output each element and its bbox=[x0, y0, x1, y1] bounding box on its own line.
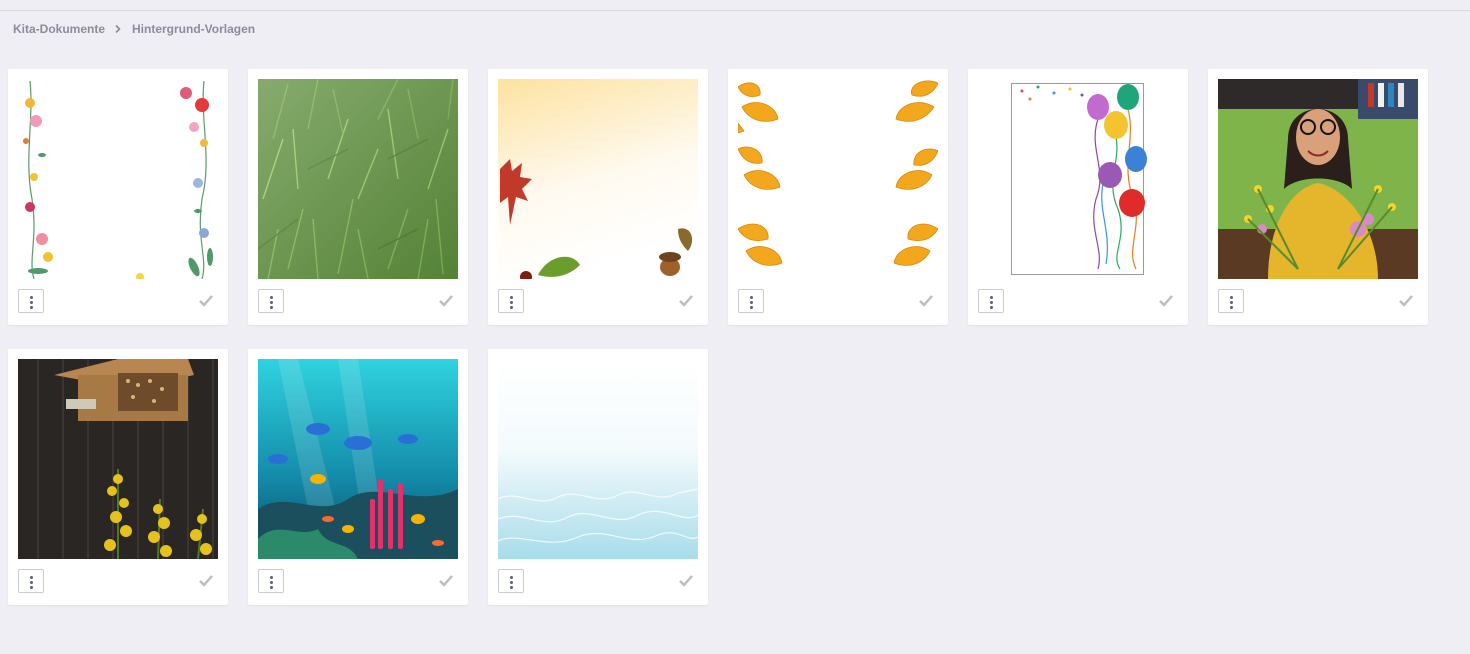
template-card[interactable] bbox=[968, 69, 1188, 325]
insect-hotel-image bbox=[18, 359, 218, 559]
template-card[interactable] bbox=[488, 349, 708, 605]
water-fade-image bbox=[498, 359, 698, 559]
template-card[interactable] bbox=[8, 69, 228, 325]
check-icon[interactable] bbox=[918, 294, 934, 308]
template-thumbnail[interactable] bbox=[18, 359, 218, 559]
header-divider bbox=[0, 10, 1470, 11]
more-vertical-icon[interactable] bbox=[498, 289, 524, 313]
breadcrumb: Kita-Dokumente Hintergrund-Vorlagen bbox=[13, 22, 255, 36]
more-vertical-icon[interactable] bbox=[18, 289, 44, 313]
template-card[interactable] bbox=[248, 69, 468, 325]
grass-image bbox=[258, 79, 458, 279]
check-icon[interactable] bbox=[1398, 294, 1414, 308]
chevron-right-icon bbox=[115, 24, 121, 34]
template-thumbnail[interactable] bbox=[498, 359, 698, 559]
template-thumbnail[interactable] bbox=[258, 359, 458, 559]
breadcrumb-root[interactable]: Kita-Dokumente bbox=[13, 22, 105, 36]
check-icon[interactable] bbox=[678, 574, 694, 588]
orange-leaves-image bbox=[738, 79, 938, 279]
check-icon[interactable] bbox=[198, 294, 214, 308]
more-vertical-icon[interactable] bbox=[18, 569, 44, 593]
more-vertical-icon[interactable] bbox=[978, 289, 1004, 313]
more-vertical-icon[interactable] bbox=[258, 289, 284, 313]
check-icon[interactable] bbox=[438, 294, 454, 308]
template-thumbnail[interactable] bbox=[258, 79, 458, 279]
more-vertical-icon[interactable] bbox=[258, 569, 284, 593]
autumn-leaves-image bbox=[498, 79, 698, 279]
breadcrumb-current: Hintergrund-Vorlagen bbox=[132, 22, 256, 36]
more-vertical-icon[interactable] bbox=[738, 289, 764, 313]
template-card[interactable] bbox=[8, 349, 228, 605]
template-thumbnail[interactable] bbox=[978, 79, 1178, 279]
more-vertical-icon[interactable] bbox=[498, 569, 524, 593]
more-vertical-icon[interactable] bbox=[1218, 289, 1244, 313]
check-icon[interactable] bbox=[678, 294, 694, 308]
template-thumbnail[interactable] bbox=[738, 79, 938, 279]
check-icon[interactable] bbox=[198, 574, 214, 588]
template-thumbnail[interactable] bbox=[498, 79, 698, 279]
check-icon[interactable] bbox=[438, 574, 454, 588]
template-card[interactable] bbox=[248, 349, 468, 605]
template-thumbnail[interactable] bbox=[1218, 79, 1418, 279]
underwater-reef-image bbox=[258, 359, 458, 559]
check-icon[interactable] bbox=[1158, 294, 1174, 308]
template-thumbnail[interactable] bbox=[18, 79, 218, 279]
template-card[interactable] bbox=[488, 69, 708, 325]
template-card[interactable] bbox=[1208, 69, 1428, 325]
woman-with-flowers-image bbox=[1218, 79, 1418, 279]
balloons-image bbox=[978, 79, 1178, 279]
flower-frame-image bbox=[18, 79, 218, 279]
template-card[interactable] bbox=[728, 69, 948, 325]
